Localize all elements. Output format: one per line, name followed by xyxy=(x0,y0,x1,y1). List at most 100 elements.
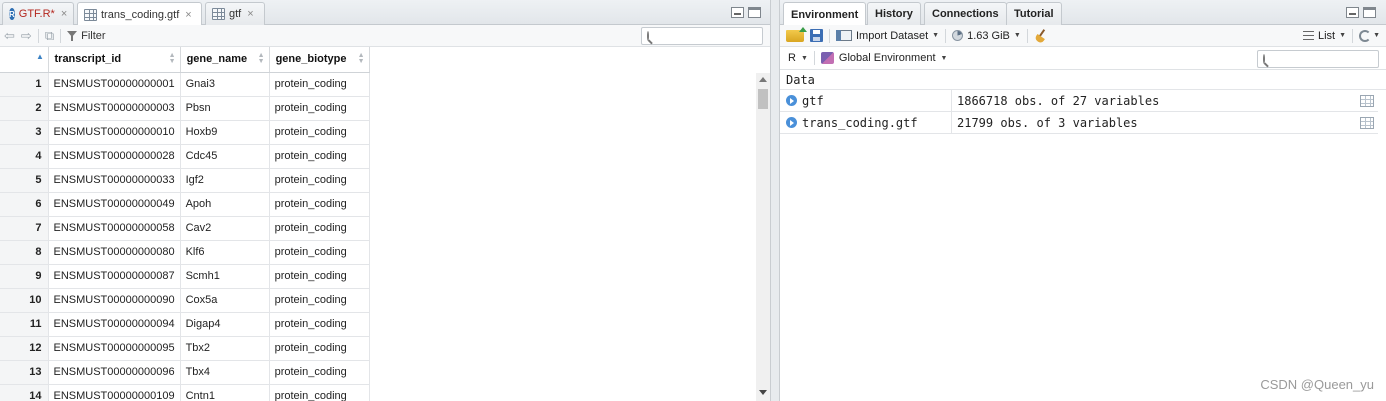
list-icon xyxy=(1303,31,1314,40)
tab-gtf[interactable]: gtf × xyxy=(205,2,265,25)
cell-transcript-id: ENSMUST00000000090 xyxy=(48,288,181,313)
toolbar-divider xyxy=(60,28,62,43)
tab-label: History xyxy=(875,8,913,20)
table-row[interactable]: 13 ENSMUST00000000096 Tbx4 protein_coding xyxy=(0,360,370,385)
environment-tab-bar: Environment History Connections Tutorial xyxy=(780,0,1386,26)
vertical-scrollbar[interactable] xyxy=(756,73,770,401)
table-row[interactable]: 12 ENSMUST00000000095 Tbx2 protein_coding xyxy=(0,336,370,361)
table-row[interactable]: 4 ENSMUST00000000028 Cdc45 protein_coding xyxy=(0,144,370,169)
cell-transcript-id: ENSMUST00000000010 xyxy=(48,120,181,145)
tab-connections[interactable]: Connections xyxy=(924,2,1007,25)
cell-transcript-id: ENSMUST00000000033 xyxy=(48,168,181,193)
load-workspace-icon[interactable] xyxy=(786,26,807,42)
table-row[interactable]: 8 ENSMUST00000000080 Klf6 protein_coding xyxy=(0,240,370,265)
scroll-down-arrow-icon[interactable] xyxy=(759,390,767,395)
table-row[interactable]: 1 ENSMUST00000000001 Gnai3 protein_coding xyxy=(0,72,370,97)
minimize-icon[interactable] xyxy=(1346,7,1359,18)
view-mode-label: List xyxy=(1318,29,1336,42)
maximize-icon[interactable] xyxy=(1363,7,1376,18)
corner-header[interactable]: ▲ xyxy=(0,47,49,73)
cell-gene-biotype: protein_coding xyxy=(269,216,370,241)
cell-transcript-id: ENSMUST00000000096 xyxy=(48,360,181,385)
sort-ascending-icon: ▲ xyxy=(36,52,44,61)
view-data-grid-icon[interactable] xyxy=(1360,94,1374,107)
save-workspace-icon[interactable] xyxy=(810,29,823,42)
table-row[interactable]: 3 ENSMUST00000000010 Hoxb9 protein_coding xyxy=(0,120,370,145)
expand-arrow-icon[interactable] xyxy=(786,117,797,128)
pane-window-controls xyxy=(731,7,761,18)
memory-usage-button[interactable]: 1.63 GiB ▼ xyxy=(952,30,1021,42)
grid-icon xyxy=(212,8,225,20)
close-icon[interactable]: × xyxy=(61,8,67,20)
object-name[interactable]: gtf xyxy=(802,94,824,108)
import-dataset-label: Import Dataset xyxy=(856,29,929,42)
table-row[interactable]: 14 ENSMUST00000000109 Cntn1 protein_coding xyxy=(0,384,370,401)
sort-toggle-icon: ▲ ▼ xyxy=(357,52,365,65)
pane-splitter[interactable] xyxy=(771,0,779,401)
table-row[interactable]: 11 ENSMUST00000000094 Digap4 protein_coding xyxy=(0,312,370,337)
environment-search-box[interactable] xyxy=(1257,50,1386,68)
scrollbar-thumb[interactable] xyxy=(758,89,768,109)
toolbar-divider xyxy=(829,28,830,43)
row-number: 12 xyxy=(0,336,49,361)
table-row[interactable]: 6 ENSMUST00000000049 Apoh protein_coding xyxy=(0,192,370,217)
popout-window-icon[interactable]: ⧉ xyxy=(45,29,54,42)
data-section-header: Data xyxy=(780,70,1386,90)
environment-selector-bar: R ▼ Global Environment ▼ xyxy=(780,47,1386,70)
view-mode-button[interactable]: List ▼ xyxy=(1303,30,1346,42)
cell-gene-name: Cox5a xyxy=(180,288,270,313)
environment-search-input[interactable] xyxy=(1271,52,1386,66)
row-number: 13 xyxy=(0,360,49,385)
import-dataset-button[interactable]: Import Dataset ▼ xyxy=(836,30,939,42)
view-data-grid-icon[interactable] xyxy=(1360,116,1374,129)
broom-icon[interactable] xyxy=(1034,29,1048,43)
table-row[interactable]: 7 ENSMUST00000000058 Cav2 protein_coding xyxy=(0,216,370,241)
column-header-gene-biotype[interactable]: gene_biotype ▲ ▼ xyxy=(269,47,370,73)
table-row[interactable]: 5 ENSMUST00000000033 Igf2 protein_coding xyxy=(0,168,370,193)
column-header-label: gene_name xyxy=(186,53,248,66)
chevron-down-icon: ▼ xyxy=(940,54,948,62)
memory-usage-label: 1.63 GiB xyxy=(967,29,1010,42)
environment-object-row[interactable]: gtf 1866718 obs. of 27 variables xyxy=(780,90,1378,112)
minimize-icon[interactable] xyxy=(731,7,744,18)
data-search-box[interactable] xyxy=(641,27,801,45)
cell-transcript-id: ENSMUST00000000109 xyxy=(48,384,181,401)
forward-arrow-icon[interactable]: ⇨ xyxy=(21,29,32,42)
pane-window-controls xyxy=(1346,7,1376,18)
cell-transcript-id: ENSMUST00000000058 xyxy=(48,216,181,241)
table-row[interactable]: 9 ENSMUST00000000087 Scmh1 protein_coding xyxy=(0,264,370,289)
object-name[interactable]: trans_coding.gtf xyxy=(802,116,918,130)
sort-toggle-icon: ▲ ▼ xyxy=(168,52,176,65)
row-number: 6 xyxy=(0,192,49,217)
tab-gtf-r[interactable]: R GTF.R* × xyxy=(2,2,74,25)
column-header-transcript-id[interactable]: transcript_id ▲ ▼ xyxy=(48,47,181,73)
cell-gene-name: Hoxb9 xyxy=(180,120,270,145)
refresh-button[interactable]: ▼ xyxy=(1359,29,1380,42)
back-arrow-icon[interactable]: ⇦ xyxy=(4,29,15,42)
tab-tutorial[interactable]: Tutorial xyxy=(1006,2,1062,25)
scroll-up-arrow-icon[interactable] xyxy=(759,77,767,82)
column-header-gene-name[interactable]: gene_name ▲ ▼ xyxy=(180,47,270,73)
filter-button[interactable]: Filter xyxy=(67,30,106,42)
tab-history[interactable]: History xyxy=(867,2,921,25)
chevron-down-icon: ▼ xyxy=(800,54,808,62)
environment-object-row[interactable]: trans_coding.gtf 21799 obs. of 3 variabl… xyxy=(780,112,1378,134)
expand-arrow-icon[interactable] xyxy=(786,95,797,106)
tab-label: gtf xyxy=(229,8,242,20)
row-number: 9 xyxy=(0,264,49,289)
maximize-icon[interactable] xyxy=(748,7,761,18)
table-row[interactable]: 2 ENSMUST00000000003 Pbsn protein_coding xyxy=(0,96,370,121)
cell-gene-name: Apoh xyxy=(180,192,270,217)
close-icon[interactable]: × xyxy=(185,9,191,21)
cell-gene-name: Klf6 xyxy=(180,240,270,265)
environment-selector[interactable]: Global Environment ▼ xyxy=(820,52,948,64)
row-number: 14 xyxy=(0,384,49,401)
table-row[interactable]: 10 ENSMUST00000000090 Cox5a protein_coding xyxy=(0,288,370,313)
tab-environment[interactable]: Environment xyxy=(783,2,867,26)
language-selector[interactable]: R ▼ xyxy=(788,52,808,64)
tab-trans-coding-gtf[interactable]: trans_coding.gtf × xyxy=(77,2,202,26)
data-grid: ▲ transcript_id ▲ ▼ gene_name ▲ ▼ gene_bio… xyxy=(0,47,756,401)
close-icon[interactable]: × xyxy=(247,8,253,20)
cell-gene-name: Scmh1 xyxy=(180,264,270,289)
watermark: CSDN @Queen_yu xyxy=(1260,377,1374,392)
